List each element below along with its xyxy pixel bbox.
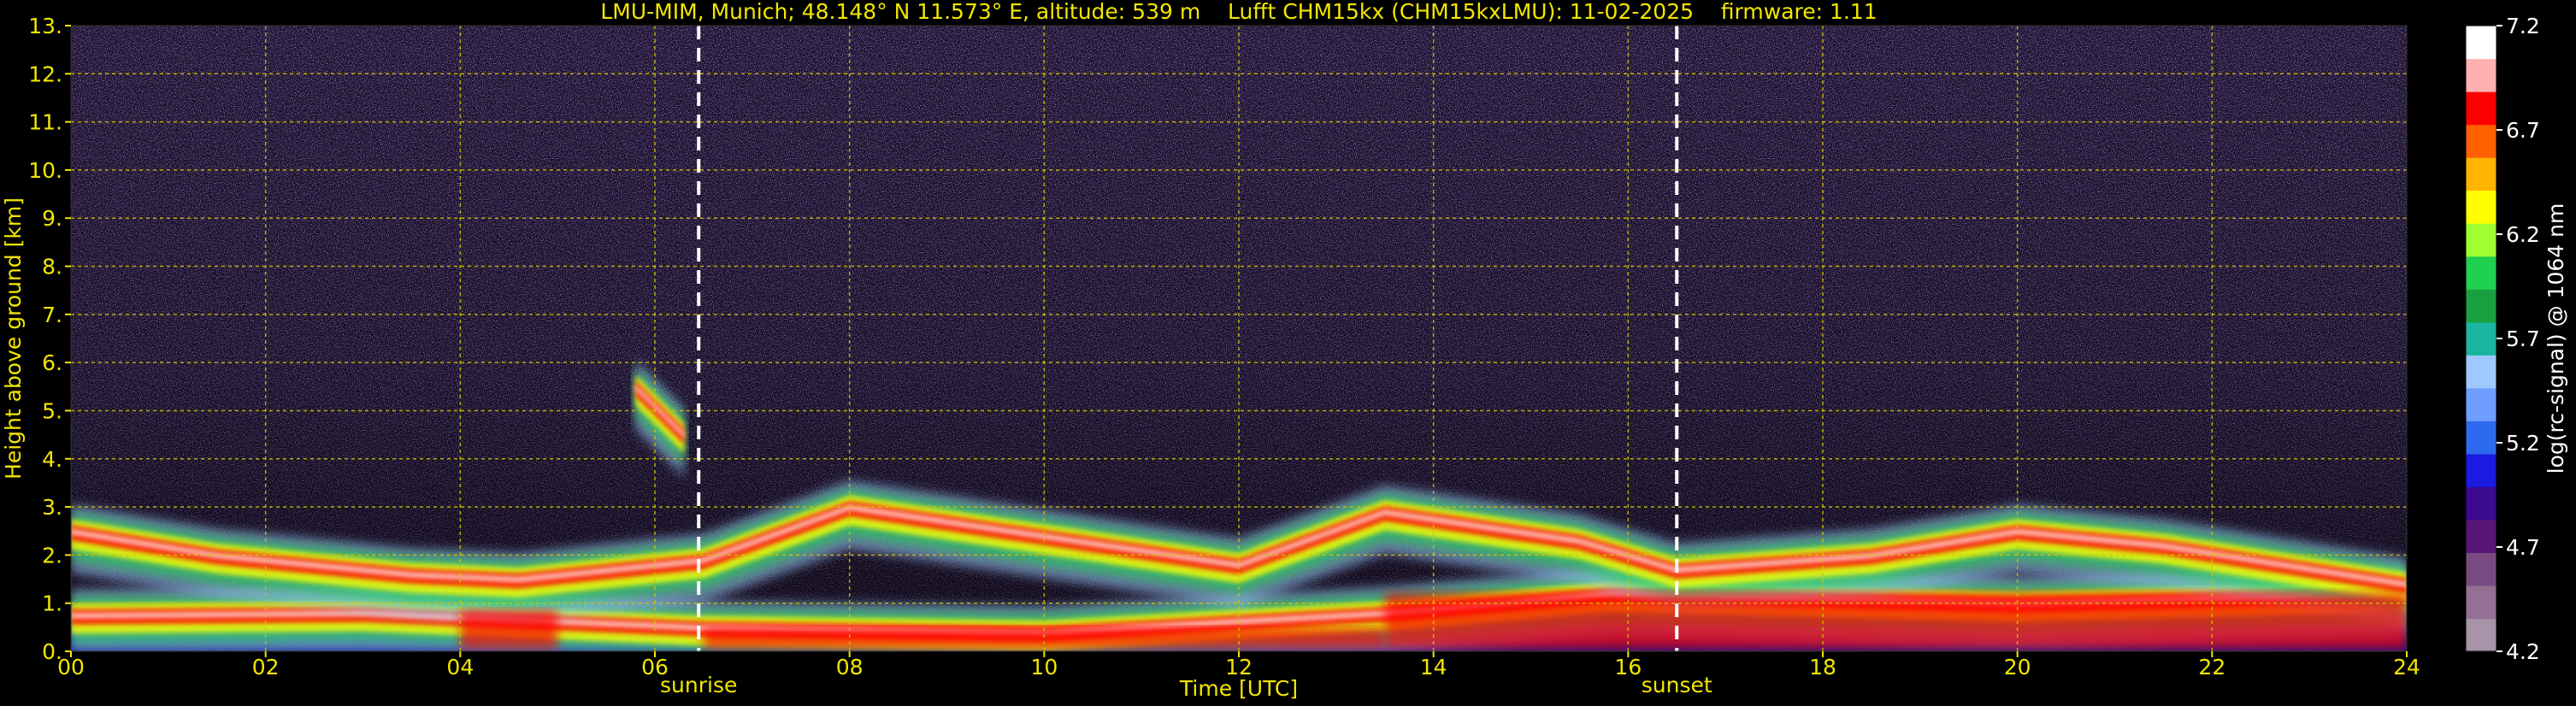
colorbar-segment [2466, 157, 2496, 191]
x-tick-label: 14 [1420, 655, 1447, 680]
colorbar-tick-label: 5.2 [2506, 431, 2540, 456]
y-tick-label: 2. [42, 543, 62, 568]
colorbar-tick-label: 5.7 [2506, 327, 2540, 351]
y-tick-label: 11. [28, 110, 62, 135]
colorbar-segment [2466, 190, 2496, 224]
colorbar-tick-label: 4.7 [2506, 535, 2540, 560]
surface-plume-1 [1384, 593, 2407, 650]
x-tick-label: 22 [2198, 655, 2225, 680]
y-tick-label: 9. [42, 206, 62, 231]
y-tick-label: 6. [42, 350, 62, 375]
colorbar-segment [2466, 519, 2496, 554]
ceilometer-chart: sunrise sunset 00 02 04 06 08 10 12 14 16 18 20 22 24… [1, 0, 2568, 701]
chart-title: LMU-MIM, Munich; 48.148° N 11.573° E, al… [600, 0, 1877, 24]
colorbar-tick-label: 7.2 [2506, 14, 2540, 38]
colorbar-segment [2466, 124, 2496, 158]
colorbar-segment [2466, 223, 2496, 257]
surface-plume-0 [460, 610, 558, 650]
plot-area: sunrise sunset [70, 25, 2408, 697]
y-axis-label: Height above ground [km] [1, 197, 26, 479]
colorbar-segment [2466, 453, 2496, 487]
x-tick-label: 02 [252, 655, 280, 680]
y-tick-label: 0. [42, 639, 62, 664]
colorbar-segment [2466, 387, 2496, 421]
colorbar-segment [2466, 421, 2496, 455]
y-tick-label: 1. [42, 591, 62, 616]
x-tick-label: 10 [1030, 655, 1058, 680]
x-tick-label: 16 [1614, 655, 1642, 680]
colorbar-tick-label: 4.2 [2506, 639, 2540, 664]
colorbar-segment [2466, 486, 2496, 521]
y-tick-label: 8. [42, 255, 62, 279]
colorbar-label: log(rc-signal) @ 1064 nm [2544, 203, 2568, 474]
y-axis: 0. 1. 2. 3. 4. 5. 6. 7. 8. 9. 10. 11. 12. 13. [28, 14, 71, 664]
y-tick-label: 13. [28, 14, 62, 38]
colorbar-segment [2466, 552, 2496, 586]
x-tick-label: 24 [2393, 655, 2420, 680]
colorbar-segment [2466, 26, 2496, 60]
y-tick-label: 4. [42, 447, 62, 472]
x-tick-label: 04 [446, 655, 474, 680]
colorbar-segment [2466, 58, 2496, 92]
x-axis-label: Time [UTC] [1179, 676, 1298, 701]
sunrise-label: sunrise [660, 673, 737, 697]
x-tick-label: 08 [836, 655, 864, 680]
y-tick-label: 3. [42, 495, 62, 520]
y-tick-label: 12. [28, 62, 62, 86]
colorbar-segment [2466, 289, 2496, 323]
colorbar-tick-label: 6.2 [2506, 222, 2540, 247]
colorbar-segment [2466, 355, 2496, 389]
colorbar: 4.2 4.7 5.2 5.7 6.2 6.7 7.2 [2465, 14, 2540, 664]
x-tick-label: 20 [2004, 655, 2031, 680]
x-tick-label: 18 [1809, 655, 1836, 680]
colorbar-segment [2466, 91, 2496, 126]
y-tick-label: 10. [28, 158, 62, 183]
y-tick-label: 7. [42, 303, 62, 327]
colorbar-segment [2466, 618, 2496, 652]
sunset-label: sunset [1642, 673, 1712, 697]
y-tick-label: 5. [42, 398, 62, 423]
colorbar-tick-label: 6.7 [2506, 118, 2540, 143]
x-tick-label: 06 [641, 655, 669, 680]
colorbar-segment [2466, 321, 2496, 356]
colorbar-segment [2466, 585, 2496, 620]
colorbar-segment [2466, 256, 2496, 290]
